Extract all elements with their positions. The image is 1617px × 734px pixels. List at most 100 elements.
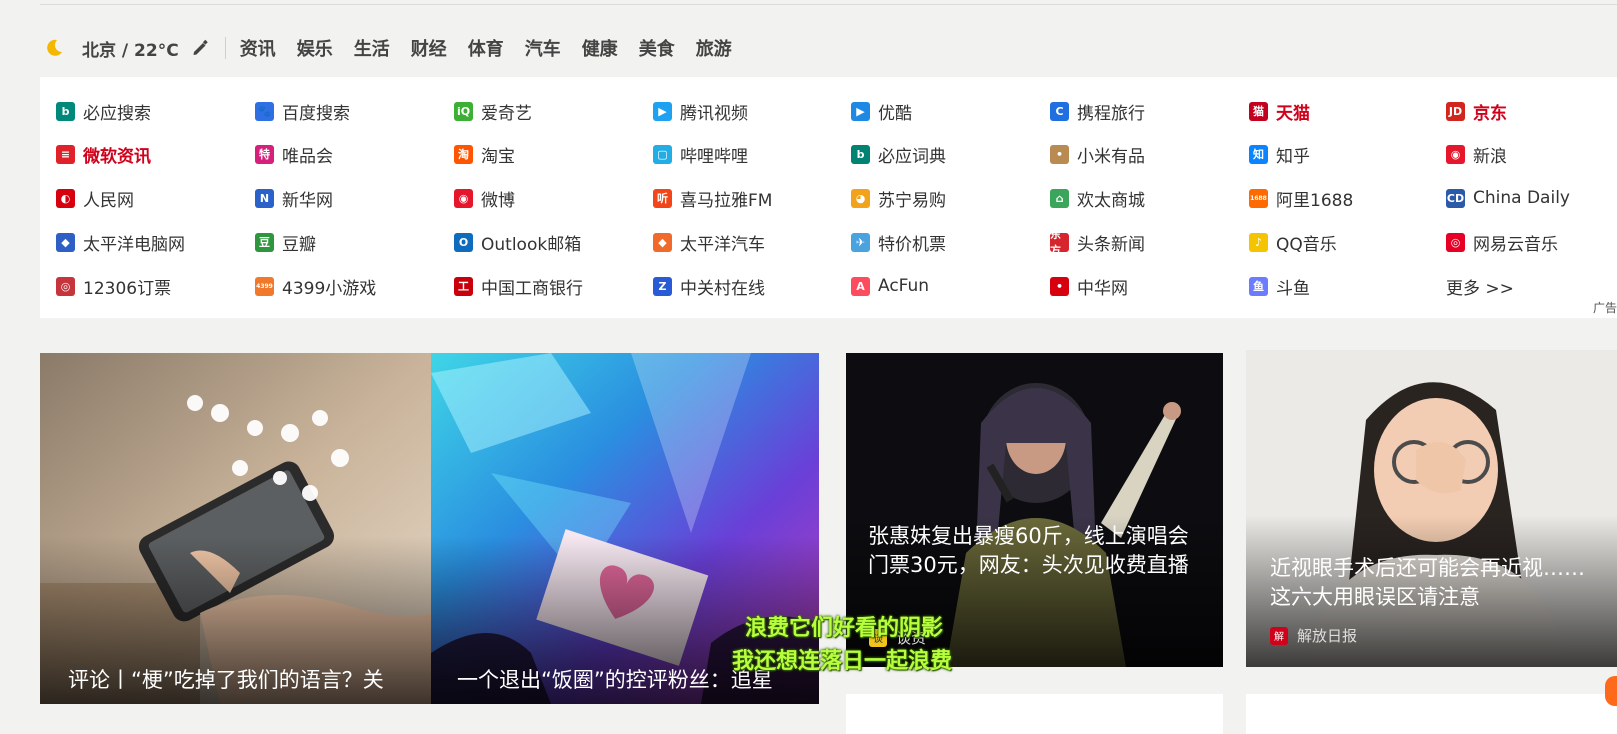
next-card-stub [1246, 694, 1617, 734]
quick-link-label: 爱奇艺 [481, 103, 532, 124]
quick-link-vip[interactable]: 特唯品会 [255, 142, 333, 167]
quick-link-zhihu[interactable]: 知知乎 [1249, 142, 1310, 167]
quick-link-outlook[interactable]: O Outlook邮箱 [454, 230, 582, 255]
top-divider [40, 0, 1617, 5]
quick-link-label: 必应搜索 [83, 103, 151, 124]
nav-life[interactable]: 生活 [354, 35, 390, 61]
quick-link-ali1688[interactable]: 1688 阿里1688 [1249, 186, 1354, 211]
quick-link-youku[interactable]: ▶ 优酷 [851, 99, 912, 124]
card-title[interactable]: 评论丨“梗”吃掉了我们的语言？关 [68, 666, 418, 695]
quick-links-panel: 广告 b 必应搜索 🐾 百度搜索 iQ 爱奇艺 ▶ 腾讯视频 ▶ 优酷 C 携程旅行 猫天猫 JD 京东 ≡ 微… [40, 77, 1617, 318]
quick-link-label: 斗鱼 [1276, 278, 1310, 299]
quick-link-more[interactable]: 更多 >> [1446, 274, 1514, 299]
quick-link-label: 唯品会 [282, 146, 333, 167]
quick-link-ctrip[interactable]: C 携程旅行 [1050, 99, 1145, 124]
quick-link-baidu-paw[interactable]: 🐾 百度搜索 [255, 99, 350, 124]
msn-news-icon: ≡ [56, 144, 75, 164]
quick-link-label: Outlook邮箱 [481, 234, 582, 255]
quick-link-label: 4399小游戏 [282, 278, 377, 299]
news-card-phone[interactable]: 评论丨“梗”吃掉了我们的语言？关 [40, 353, 431, 704]
taobao-icon: 淘 [454, 144, 473, 164]
quick-link-suning[interactable]: ◕ 苏宁易购 [851, 186, 946, 211]
card-title[interactable]: 近视眼手术后还可能会再近视……这六大用眼误区请注意 [1270, 554, 1605, 612]
quick-link-people-daily[interactable]: ◐ 人民网 [56, 186, 134, 211]
quick-link-label: 微博 [481, 190, 515, 211]
news-card-myopia[interactable]: 近视眼手术后还可能会再近视……这六大用眼误区请注意 解 解放日报 [1246, 350, 1617, 667]
quick-link-label: 阿里1688 [1276, 190, 1354, 211]
quick-link-pconline[interactable]: ◆ 太平洋电脑网 [56, 230, 185, 255]
nav-entertainment[interactable]: 娱乐 [297, 35, 333, 61]
quick-link-label: 豆瓣 [282, 234, 316, 255]
quick-link-tencent-video[interactable]: ▶ 腾讯视频 [653, 99, 748, 124]
tmall-icon: 猫 [1249, 101, 1268, 121]
quick-link-label: 京东 [1473, 103, 1507, 124]
quick-link-china-daily[interactable]: CD China Daily [1446, 186, 1570, 210]
nav-travel[interactable]: 旅游 [696, 35, 732, 61]
quick-link-qq-music[interactable]: ♪ QQ音乐 [1249, 230, 1337, 255]
quick-link-pcauto[interactable]: ◆ 太平洋汽车 [653, 230, 765, 255]
quick-link-acfun[interactable]: A AcFun [851, 274, 929, 298]
quick-link-xinhua[interactable]: N 新华网 [255, 186, 333, 211]
nav-auto[interactable]: 汽车 [525, 35, 561, 61]
quick-link-china-com[interactable]: • 中华网 [1050, 274, 1128, 299]
netease-music-icon: ◎ [1446, 232, 1465, 252]
quick-link-label: 必应词典 [878, 146, 946, 167]
weather-location[interactable]: 北京 / 22°C [82, 36, 179, 61]
quick-link-heytap[interactable]: ⌂ 欢太商城 [1050, 186, 1145, 211]
quick-link-label: 12306订票 [83, 278, 172, 299]
quick-link-label: AcFun [878, 276, 930, 296]
zol-icon: Z [653, 276, 672, 296]
quick-link-plane-ticket[interactable]: ✈ 特价机票 [851, 230, 946, 255]
quick-link-ximalaya[interactable]: 听喜马拉雅FM [653, 186, 772, 211]
iqiyi-icon: iQ [454, 101, 473, 121]
quick-link-xiaomi-youpin[interactable]: • 小米有品 [1050, 142, 1145, 167]
quick-link-tmall[interactable]: 猫天猫 [1249, 99, 1310, 124]
quick-link-netease-music[interactable]: ◎ 网易云音乐 [1446, 230, 1558, 255]
quick-link-douyu[interactable]: 鱼斗鱼 [1249, 274, 1310, 299]
edit-pencil-icon[interactable] [191, 39, 209, 57]
quick-link-zol[interactable]: Z 中关村在线 [653, 274, 765, 299]
quick-link-label: 苏宁易购 [878, 190, 946, 211]
quick-link-label: 微软资讯 [83, 146, 151, 167]
quick-link-label: 百度搜索 [282, 103, 350, 124]
floating-orange-tab[interactable] [1605, 676, 1617, 706]
card-title[interactable]: 张惠妹复出暴瘦60斤，线上演唱会门票30元，网友：头次见收费直播 [868, 522, 1203, 580]
quick-link-label: 人民网 [83, 190, 134, 211]
icbc-icon: 工 [454, 276, 473, 296]
quick-link-bing[interactable]: b 必应搜索 [56, 99, 151, 124]
douban-icon: 豆 [255, 232, 274, 252]
quick-link-taobao[interactable]: 淘淘宝 [454, 142, 515, 167]
quick-link-jd[interactable]: JD 京东 [1446, 99, 1507, 124]
quick-link-label: 携程旅行 [1077, 103, 1145, 124]
nav-finance[interactable]: 财经 [411, 35, 447, 61]
quick-link-label: 中国工商银行 [481, 278, 583, 299]
nav-food[interactable]: 美食 [639, 35, 675, 61]
acfun-icon: A [851, 276, 870, 296]
bing-dict-icon: b [851, 144, 870, 164]
nav-sports[interactable]: 体育 [468, 35, 504, 61]
ad-label: 广告 [1592, 301, 1617, 315]
quick-link-douban[interactable]: 豆豆瓣 [255, 230, 316, 255]
quick-link-msn-news[interactable]: ≡ 微软资讯 [56, 142, 151, 167]
quick-link-sina-weibo[interactable]: ◉ 新浪 [1446, 142, 1507, 167]
quick-link-label: 特价机票 [878, 234, 946, 255]
quick-link-rail-12306[interactable]: ◎ 12306订票 [56, 274, 172, 299]
quick-link-icbc[interactable]: 工中国工商银行 [454, 274, 583, 299]
quick-link-label: 腾讯视频 [680, 103, 748, 124]
quick-link-bilibili[interactable]: ▢ 哔哩哔哩 [653, 142, 748, 167]
ctrip-icon: C [1050, 101, 1069, 121]
nav-health[interactable]: 健康 [582, 35, 618, 61]
quick-link-weibo[interactable]: ◉ 微博 [454, 186, 515, 211]
jd-icon: JD [1446, 101, 1465, 121]
nav-news[interactable]: 资讯 [240, 35, 276, 61]
quick-link-toutiao-news[interactable]: 东方 头条新闻 [1050, 228, 1145, 257]
quick-link-iqiyi[interactable]: iQ 爱奇艺 [454, 99, 532, 124]
china-daily-icon: CD [1446, 188, 1465, 208]
quick-link-label: 优酷 [878, 103, 912, 124]
heytap-icon: ⌂ [1050, 188, 1069, 208]
zhihu-icon: 知 [1249, 144, 1268, 164]
quick-link-bing-dict[interactable]: b 必应词典 [851, 142, 946, 167]
quick-link-game-4399[interactable]: 4399 4399小游戏 [255, 274, 377, 299]
card-source: 解 解放日报 [1270, 625, 1357, 646]
next-card-stub [846, 694, 1223, 734]
